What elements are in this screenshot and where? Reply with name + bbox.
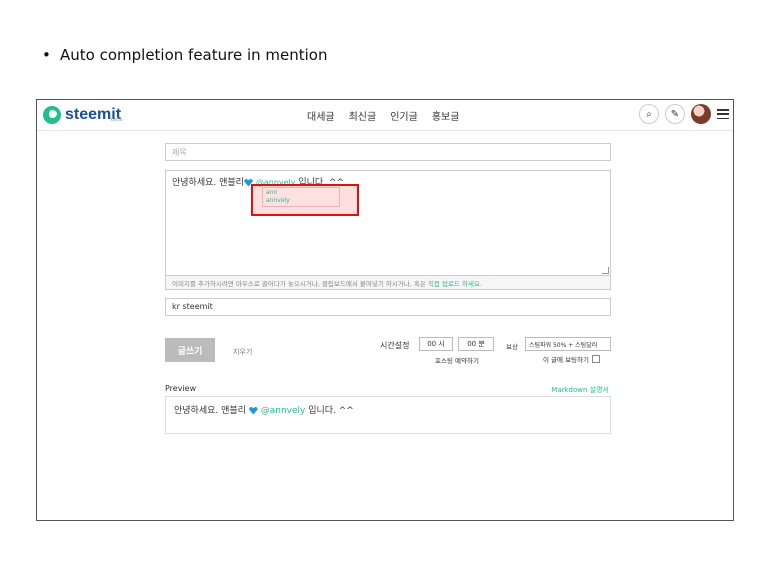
preview-blue-heart-icon xyxy=(248,406,258,415)
upload-direct-link[interactable]: 직접 업로드 하세요. xyxy=(428,280,482,288)
reward-label: 보상 xyxy=(506,343,518,351)
self-vote-checkbox[interactable] xyxy=(592,355,600,363)
schedule-label: 시간설정 xyxy=(380,341,410,350)
nav-item-new[interactable]: 최신글 xyxy=(349,108,377,123)
steemit-editor-screenshot: steemit beta 대세글 최신글 인기글 홍보글 ⌕ ✎ 제목 안녕하세… xyxy=(36,99,734,521)
submit-post-button[interactable]: ✎ xyxy=(665,104,685,124)
slide-bullet-title: • Auto completion feature in mention xyxy=(42,46,328,64)
tags-input[interactable]: kr steemit xyxy=(165,298,611,316)
post-title-input[interactable]: 제목 xyxy=(165,143,611,161)
steemit-logo-icon xyxy=(43,106,61,124)
preview-text-start: 안녕하세요. 앤블리 xyxy=(174,406,246,416)
markdown-guide-link[interactable]: Markdown 설명서 xyxy=(551,385,609,395)
preview-box: 안녕하세요. 앤블리 @annvely 입니다. ^^ xyxy=(165,396,611,434)
user-avatar[interactable] xyxy=(691,104,711,124)
body-text-start: 안녕하세요. 앤블리 xyxy=(172,178,244,188)
search-icon: ⌕ xyxy=(646,108,652,120)
upload-hint-text: 이미지를 추가하시려면 마우스로 끌어다가 놓으시거나, 클립보드에서 붙여넣기… xyxy=(172,280,428,288)
schedule-minute-select[interactable]: 00 분 xyxy=(458,337,494,351)
autocomplete-option-annvely[interactable]: annvely xyxy=(266,197,336,205)
schedule-post-note: 포스팅 예약하기 xyxy=(435,357,479,365)
preview-label: Preview xyxy=(165,384,197,393)
preview-mention[interactable]: @annvely xyxy=(261,406,306,416)
reward-select[interactable]: 스팀파워 50% + 스팀달러 xyxy=(525,337,611,351)
slide-title: Auto completion feature in mention xyxy=(60,46,328,64)
autocomplete-option-ann[interactable]: ann xyxy=(266,189,336,197)
hamburger-menu-icon[interactable] xyxy=(717,109,729,119)
top-navigation-bar: steemit beta 대세글 최신글 인기글 홍보글 ⌕ ✎ xyxy=(37,100,733,131)
schedule-hour-select[interactable]: 00 시 xyxy=(419,337,453,351)
nav-item-trending[interactable]: 대세글 xyxy=(307,108,335,123)
post-submit-button[interactable]: 글쓰기 xyxy=(165,338,215,362)
image-upload-hint: 이미지를 추가하시려면 마우스로 끌어다가 놓으시거나, 클립보드에서 붙여넣기… xyxy=(165,276,611,290)
main-nav: 대세글 최신글 인기글 홍보글 xyxy=(307,108,459,123)
bullet-marker: • xyxy=(42,46,51,64)
clear-button[interactable]: 지우기 xyxy=(233,347,252,357)
steemit-logo[interactable]: steemit xyxy=(43,106,121,124)
search-button[interactable]: ⌕ xyxy=(639,104,659,124)
self-vote-label: 이 글에 보팅하기 xyxy=(543,356,589,364)
post-body-textarea[interactable]: 안녕하세요. 앤블리 @annvely 입니다. ^^ xyxy=(165,170,611,276)
nav-item-hot[interactable]: 인기글 xyxy=(390,108,418,123)
logo-beta-label: beta xyxy=(111,117,123,123)
pencil-icon: ✎ xyxy=(670,108,680,120)
self-vote-option: 이 글에 보팅하기 xyxy=(543,354,600,364)
nav-item-promoted[interactable]: 홍보글 xyxy=(432,108,460,123)
mention-autocomplete-dropdown: ann annvely xyxy=(262,187,340,207)
resize-handle[interactable] xyxy=(602,267,609,274)
preview-text-end: 입니다. ^^ xyxy=(305,406,354,416)
header-tools: ⌕ ✎ xyxy=(639,104,729,124)
